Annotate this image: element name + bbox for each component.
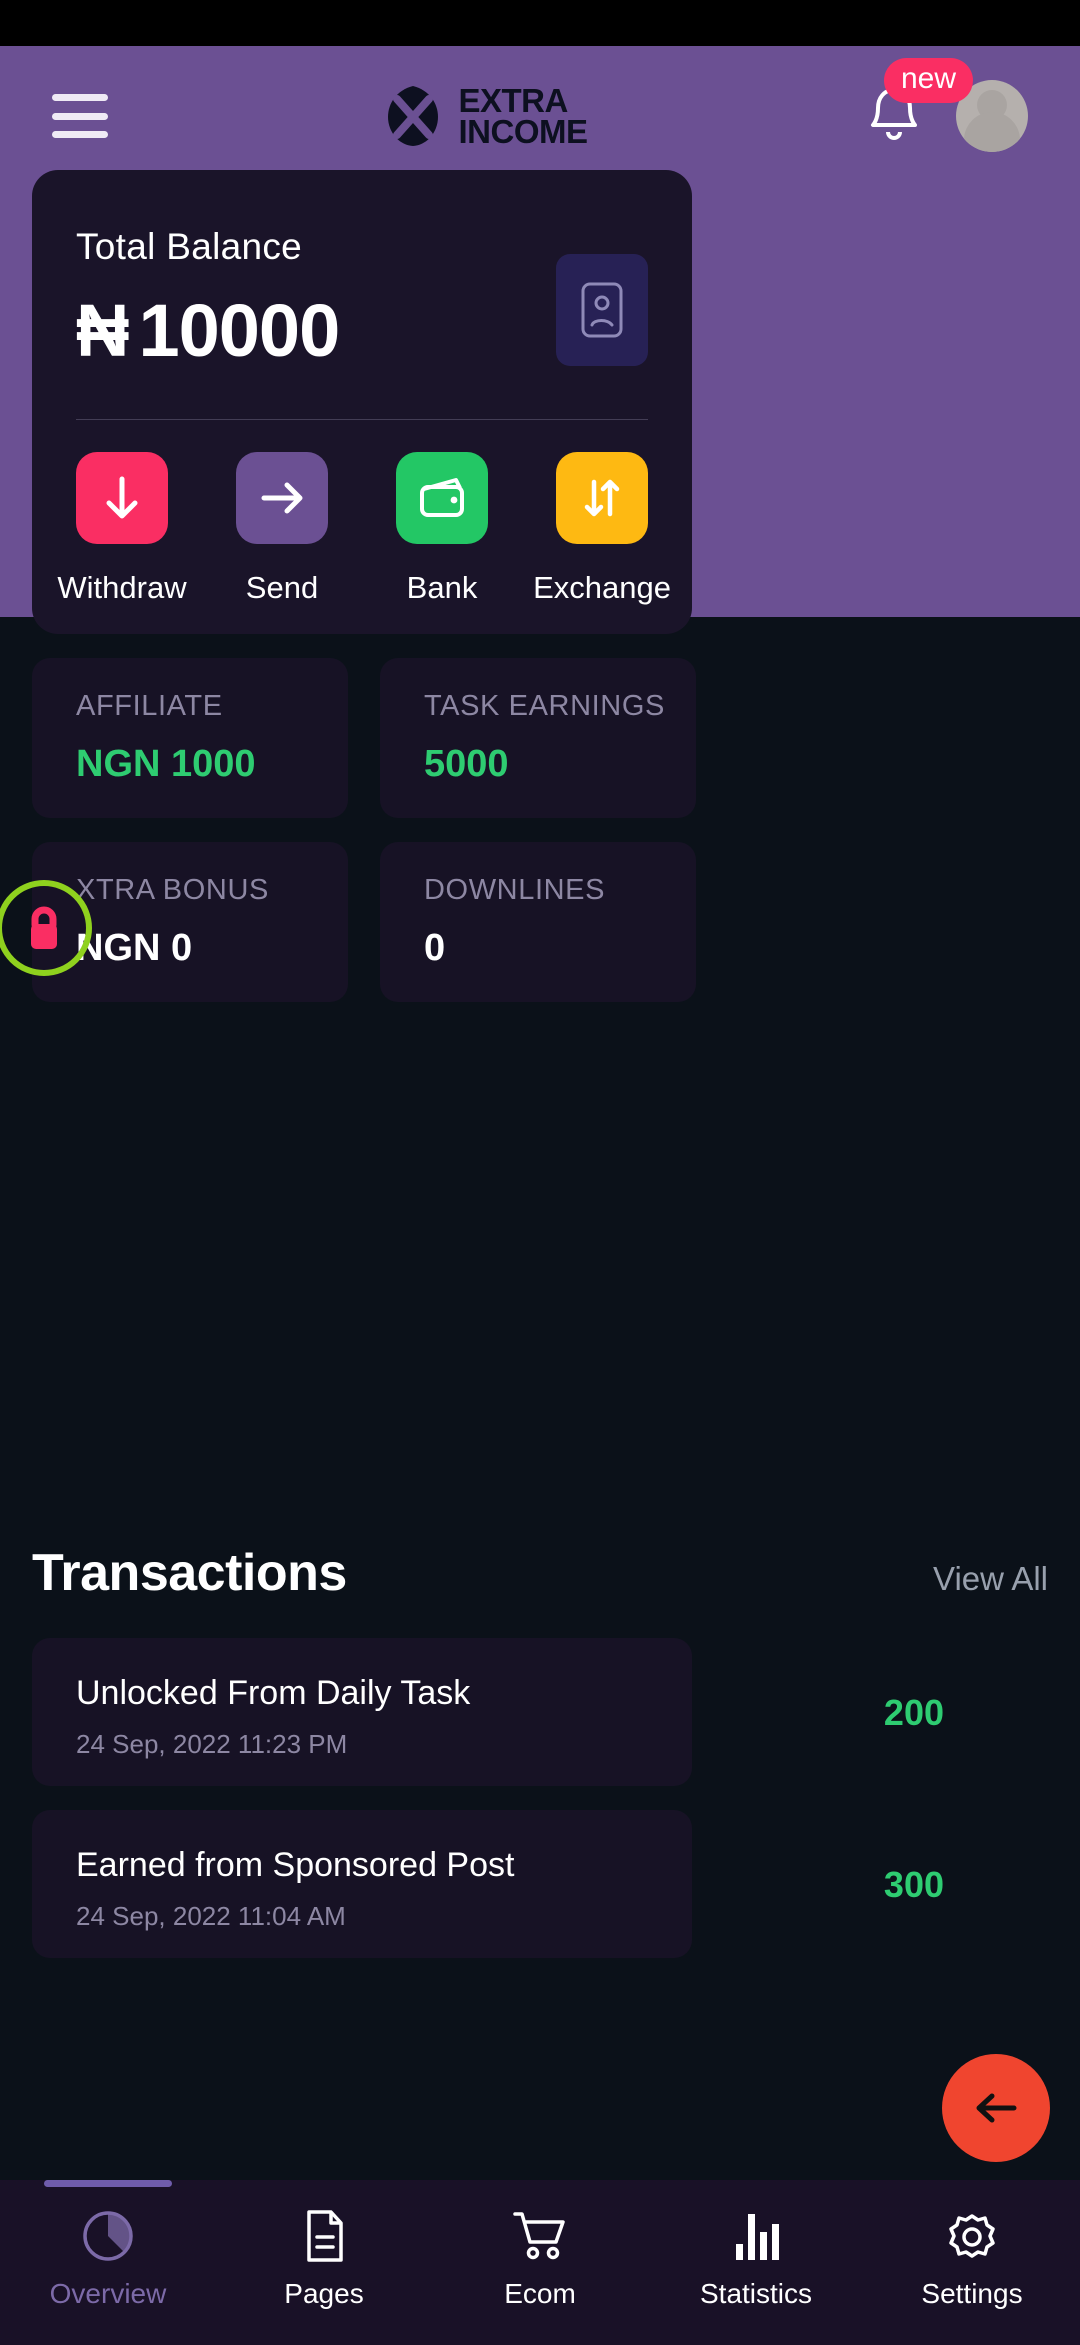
send-button[interactable]: Send (236, 452, 328, 606)
card-divider (76, 419, 648, 420)
lock-icon (31, 906, 57, 949)
exchange-icon-tile (556, 452, 648, 544)
nav-item-ecom[interactable]: Ecom (432, 2206, 648, 2310)
app-header: EXTRA INCOME new (0, 46, 1080, 186)
arrow-left-icon (976, 2093, 1017, 2123)
notification-button[interactable]: new (862, 58, 974, 152)
transaction-name: Earned from Sponsored Post (76, 1846, 515, 1884)
id-card-thumbnail[interactable] (556, 254, 648, 366)
exchange-label: Exchange (533, 570, 671, 605)
transaction-date: 24 Sep, 2022 11:23 PM (76, 1729, 348, 1759)
balance-amount: 10000 (138, 289, 340, 372)
stats-row-1: AFFILIATE NGN 1000 TASK EARNINGS 5000 (32, 658, 1048, 818)
notification-badge: new (884, 58, 974, 103)
withdraw-icon-tile (76, 452, 168, 544)
nav-label: Pages (284, 2278, 364, 2309)
nav-label: Ecom (504, 2278, 576, 2309)
transaction-date: 24 Sep, 2022 11:04 AM (76, 1901, 346, 1931)
back-fab-button[interactable] (942, 2054, 1050, 2162)
transaction-amount: 300 (883, 1864, 944, 1905)
stat-title: AFFILIATE (76, 690, 223, 722)
arrow-right-icon (261, 482, 303, 514)
bank-button[interactable]: Bank (396, 452, 488, 606)
id-card-icon (581, 282, 623, 338)
locked-indicator[interactable] (0, 880, 92, 976)
send-label: Send (245, 570, 319, 605)
stats-row-2: XTRA BONUS NGN 0 DOWNLINES 0 (0, 842, 1048, 1002)
stat-value: NGN 0 (76, 927, 193, 969)
pie-chart-icon (83, 2211, 133, 2261)
quick-actions: Withdraw Send Bank Exchange (57, 452, 671, 606)
bank-label: Bank (406, 570, 478, 605)
exchange-arrows-icon (584, 479, 620, 517)
stat-title: DOWNLINES (424, 874, 606, 906)
gear-icon (949, 2214, 995, 2258)
send-icon-tile (236, 452, 328, 544)
stats-grid: AFFILIATE NGN 1000 TASK EARNINGS 5000 XT… (0, 658, 1048, 1026)
app-screen: EXTRA INCOME new Total Balance ₦ 10000 W… (0, 0, 1080, 2345)
transactions-title: Transactions (32, 1544, 347, 1602)
stat-card-xtra-bonus[interactable]: XTRA BONUS NGN 0 (0, 842, 348, 1002)
transaction-row[interactable]: Unlocked From Daily Task 24 Sep, 2022 11… (32, 1638, 944, 1786)
logo-mark-icon (387, 86, 438, 146)
view-all-link[interactable]: View All (933, 1560, 1048, 1598)
active-tab-indicator (44, 2180, 172, 2187)
nav-label: Statistics (699, 2278, 813, 2309)
nav-label: Settings (921, 2278, 1023, 2309)
transaction-row[interactable]: Earned from Sponsored Post 24 Sep, 2022 … (32, 1810, 944, 1958)
bar-chart-icon (736, 2214, 779, 2260)
exchange-button[interactable]: Exchange (533, 452, 671, 606)
bottom-navigation: Overview Pages Ecom Statistics Settings (0, 2180, 1080, 2345)
stat-value: 0 (424, 927, 446, 969)
currency-symbol: ₦ (76, 289, 129, 372)
status-bar (0, 0, 1080, 46)
arrow-down-icon (106, 476, 138, 519)
hamburger-icon[interactable] (52, 94, 108, 138)
transaction-amount: 200 (883, 1692, 944, 1733)
brand-line-2: INCOME (458, 113, 589, 150)
bank-icon-tile (396, 452, 488, 544)
withdraw-label: Withdraw (57, 570, 187, 605)
balance-card: Total Balance ₦ 10000 Withdraw Send Bank… (32, 170, 692, 634)
stat-title: XTRA BONUS (76, 874, 269, 906)
wallet-icon (420, 478, 464, 517)
stat-value: 5000 (424, 743, 509, 785)
nav-item-overview[interactable]: Overview (0, 2180, 216, 2310)
brand-line-1: EXTRA (458, 81, 569, 119)
transaction-name: Unlocked From Daily Task (76, 1674, 471, 1712)
brand-logo: EXTRA INCOME (383, 81, 589, 150)
stat-card-task-earnings[interactable]: TASK EARNINGS 5000 (380, 658, 696, 818)
document-icon (307, 2210, 343, 2262)
transactions-list: Unlocked From Daily Task 24 Sep, 2022 11… (32, 1638, 944, 1982)
header-actions: new (862, 58, 1028, 152)
nav-label: Overview (49, 2278, 167, 2309)
nav-item-settings[interactable]: Settings (864, 2206, 1080, 2310)
stat-card-downlines[interactable]: DOWNLINES 0 (380, 842, 696, 1002)
stat-value: NGN 1000 (76, 743, 256, 785)
withdraw-button[interactable]: Withdraw (57, 452, 187, 606)
nav-item-pages[interactable]: Pages (216, 2206, 432, 2310)
shopping-cart-icon (513, 2212, 565, 2260)
transactions-header: Transactions View All (32, 1543, 1048, 1603)
stat-title: TASK EARNINGS (424, 690, 665, 722)
stat-card-affiliate[interactable]: AFFILIATE NGN 1000 (32, 658, 348, 818)
nav-item-statistics[interactable]: Statistics (648, 2206, 864, 2310)
